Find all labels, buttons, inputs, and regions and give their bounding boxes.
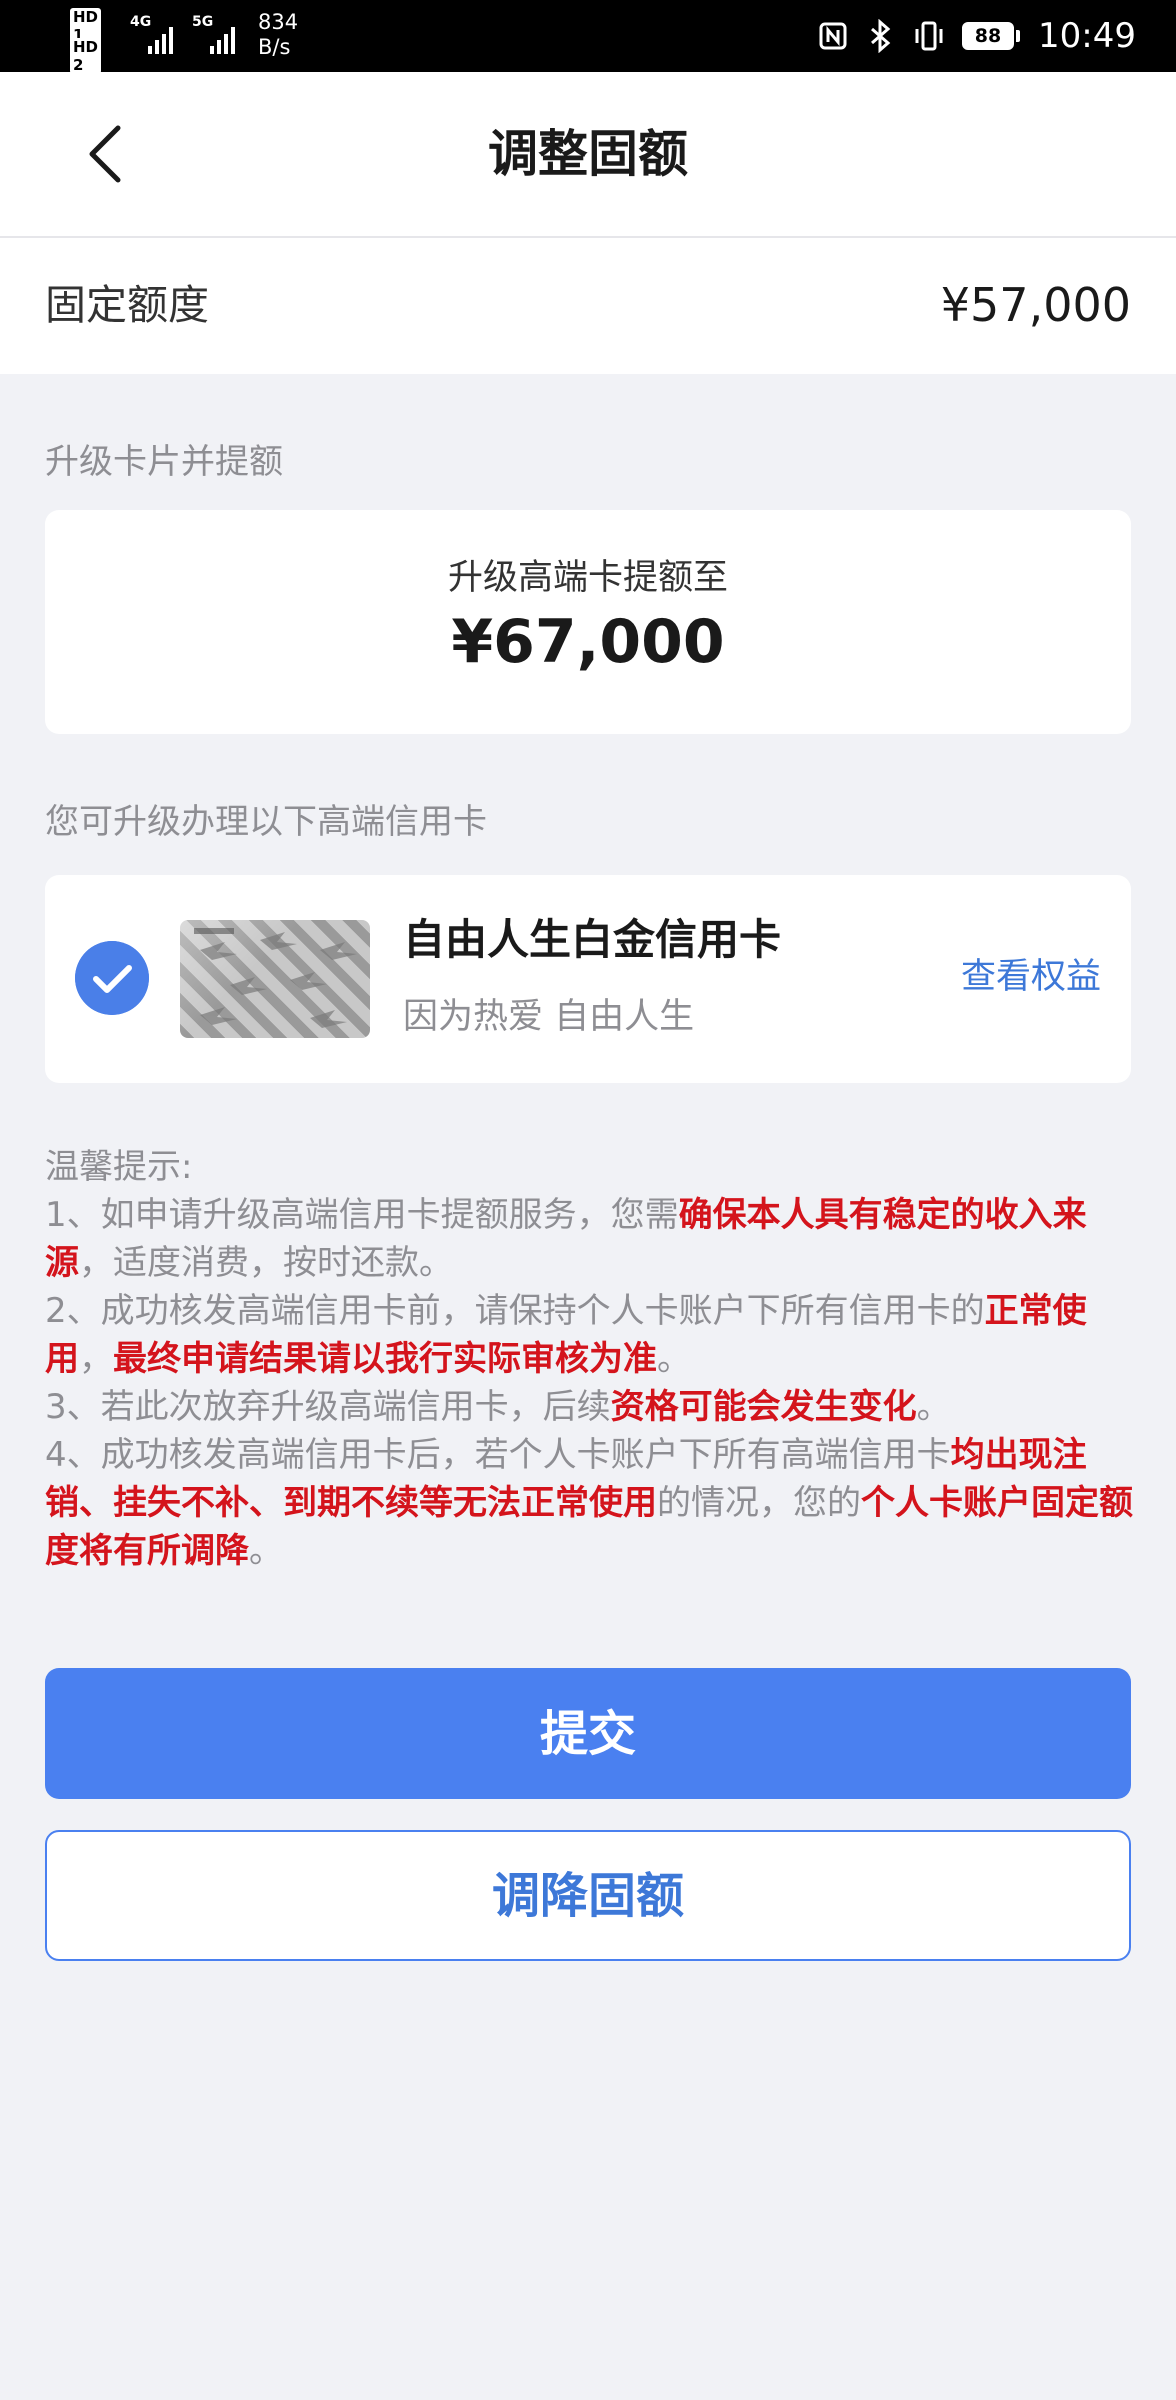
fixed-limit-value: ¥57,000 <box>940 278 1131 332</box>
sim2-indicator: HD 2 <box>70 38 104 75</box>
speed-value: 834 <box>258 10 299 34</box>
card-slogan: 因为热爱 自由人生 <box>403 997 695 1037</box>
card-list-section-title: 您可升级办理以下高端信用卡 <box>45 802 487 842</box>
upgrade-section-title: 升级卡片并提额 <box>45 442 283 482</box>
signal-bars-2-icon <box>210 20 235 54</box>
upgrade-amount: ¥67,000 <box>451 607 725 677</box>
vibrate-icon <box>915 21 943 51</box>
fixed-limit-row: 固定额度 ¥57,000 <box>0 238 1176 374</box>
upgrade-amount-card: 升级高端卡提额至 ¥67,000 <box>45 510 1131 734</box>
tips-title: 温馨提示: <box>45 1147 193 1187</box>
view-benefits-link[interactable]: 查看权益 <box>961 955 1101 999</box>
speed-unit: B/s <box>258 35 291 59</box>
submit-button[interactable]: 提交 <box>45 1668 1131 1799</box>
tip-4: 4、成功核发高端信用卡后，若个人卡账户下所有高端信用卡均出现注销、挂失不补、到期… <box>45 1435 1133 1571</box>
upgrade-subtitle: 升级高端卡提额至 <box>447 558 728 598</box>
fixed-limit-label: 固定额度 <box>45 281 209 329</box>
credit-card-option[interactable]: 自由人生白金信用卡 因为热爱 自由人生 查看权益 <box>45 875 1131 1083</box>
card-name: 自由人生白金信用卡 <box>403 915 782 964</box>
tip-2: 2、成功核发高端信用卡前，请保持个人卡账户下所有信用卡的正常使用，最终申请结果请… <box>45 1291 1087 1379</box>
status-right: 88 10:49 <box>818 0 1136 72</box>
signal-bars-1-icon <box>148 20 173 54</box>
battery-icon: 88 <box>962 22 1021 50</box>
tip-1: 1、如申请升级高端信用卡提额服务，您需确保本人具有稳定的收入来源，适度消费，按时… <box>45 1195 1087 1283</box>
tips-block: 温馨提示: 1、如申请升级高端信用卡提额服务，您需确保本人具有稳定的收入来源，适… <box>45 1143 1135 1575</box>
bluetooth-icon <box>871 19 891 53</box>
nav-bar: 调整固额 <box>0 72 1176 238</box>
selected-check-icon[interactable] <box>75 941 149 1015</box>
status-bar: HD 1 HD 2 4G 5G 834 B/s 88 10:49 <box>0 0 1176 75</box>
bird-pattern-icon <box>194 928 357 1028</box>
lower-limit-button[interactable]: 调降固额 <box>45 1830 1131 1961</box>
network-speed: 834 B/s <box>258 10 298 60</box>
page-title: 调整固额 <box>488 125 688 183</box>
tip-3: 3、若此次放弃升级高端信用卡，后续资格可能会发生变化。 <box>45 1387 951 1427</box>
credit-card-image <box>180 920 370 1038</box>
battery-level: 88 <box>962 22 1015 50</box>
clock: 10:49 <box>1038 16 1136 56</box>
nfc-icon <box>819 22 847 50</box>
